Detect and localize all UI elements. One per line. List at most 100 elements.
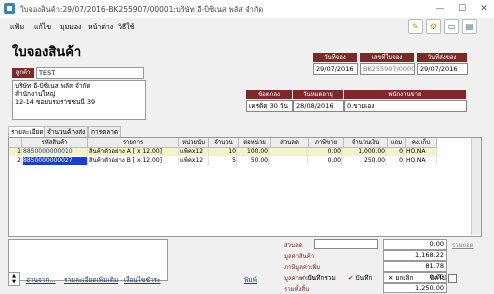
row-number: 1 [9, 148, 22, 156]
menu-edit[interactable]: แก้ไข [34, 22, 51, 33]
column-header: แถม [388, 138, 406, 148]
address-line: บริษัท อี-บิซิเนส พลัส จำกัด [15, 82, 91, 90]
row-number: 2 [9, 157, 22, 165]
column-header: ต่อหน่วย [239, 138, 271, 148]
item-amount[interactable]: 250.00 [344, 157, 386, 165]
record-all-label: บันทึกรวม [307, 274, 336, 282]
docno-field[interactable]: BK255907/00001 [360, 63, 415, 75]
app-icon [4, 3, 15, 14]
column-header: คง.เก็บ [406, 138, 437, 148]
items-grid[interactable]: รหัสสินค้า รายการ หน่วยนับ จำนวน ต่อหน่ว… [8, 137, 482, 237]
x-icon: ✕ [388, 274, 394, 282]
item-qty[interactable]: 5 [209, 157, 237, 165]
column-header: ส่วนลด [271, 138, 309, 148]
tab-details[interactable]: รายละเอียด [8, 126, 47, 137]
item-vat[interactable]: 0.00 [309, 148, 342, 156]
screen-icon[interactable]: ▭ [444, 19, 459, 34]
column-header: จำนวน [209, 138, 239, 148]
vat-value: 81.78 [383, 261, 447, 272]
minimize-button[interactable]: — [433, 3, 447, 15]
row-spinner[interactable]: ▲ ▼ [8, 272, 20, 286]
column-header [9, 138, 22, 148]
item-price[interactable]: 50.00 [239, 157, 269, 165]
item-code[interactable]: 8850000000010 [23, 148, 88, 156]
save-label: บันทึก [355, 274, 373, 282]
item-free[interactable]: 0 [388, 157, 404, 165]
discount-label: ส่วนลด [284, 242, 303, 249]
docno-label: เลขที่ใบจอง [360, 53, 414, 62]
address-line: 12-14 ซอยบรมราชชนนี 39 [15, 98, 96, 106]
expire-label: วันหมดอายุ [293, 90, 343, 99]
checkbox-box[interactable] [447, 273, 457, 283]
column-header: จำนวนเงิน [344, 138, 388, 148]
tab-backorder[interactable]: จำนวนค้างส่ง [44, 126, 89, 137]
print-link[interactable]: พิมพ์ [244, 275, 257, 285]
menu-view[interactable]: มุมมอง [60, 22, 81, 33]
expire-date-field[interactable]: 28/08/2016 [293, 100, 344, 112]
grid-scrollbar[interactable] [471, 138, 481, 235]
column-header: ภาษีขาย [309, 138, 344, 148]
date-field[interactable]: 29/07/2016 [313, 63, 358, 75]
maximize-button[interactable]: ☐ [455, 3, 469, 15]
item-free[interactable]: 0 [388, 148, 404, 156]
item-amount[interactable]: 1,000.00 [344, 148, 386, 156]
total-link[interactable]: รวมยอด [452, 240, 474, 250]
item-name[interactable]: สินค้าตัวอย่าง A [ x 12.00] [89, 148, 179, 156]
discount-value[interactable]: 0.00 [383, 239, 447, 250]
grand-total-value: 1,250.00 [383, 283, 447, 293]
item-store[interactable]: HO.NA [406, 157, 437, 165]
check-icon: ✔ [300, 274, 306, 282]
close-button[interactable]: ✕ [477, 3, 491, 15]
title-bar: ใบจองสินค้า:29/07/2016-BK255907/00001:บร… [0, 0, 494, 18]
vat-label: ภาษีมูลค่าเพิ่ม [284, 264, 321, 271]
item-unit[interactable]: แพ็คx12 [180, 148, 209, 156]
tab-marketing[interactable]: การตลาด [88, 126, 122, 137]
customer-field[interactable]: TEST [36, 67, 144, 79]
discount-input[interactable] [314, 239, 378, 249]
deliver-date-field[interactable]: 29/07/2016 [417, 63, 468, 75]
menu-file[interactable]: แฟ้ม [10, 22, 24, 33]
address-box[interactable]: บริษัท อี-บิซิเนส พลัส จำกัด สำนักงานใหญ… [12, 80, 146, 120]
subtotal-value: 1,168.22 [383, 250, 447, 261]
item-discount[interactable] [271, 148, 308, 156]
sales-label: พนักงานขาย [344, 90, 466, 99]
more-details-link[interactable]: รายละเอียดเพิ่มเติม [64, 275, 118, 285]
check-icon: ✔ [348, 274, 354, 282]
pencil-icon[interactable]: ✎ [408, 19, 423, 34]
column-header: รายการ [88, 138, 179, 148]
item-vat[interactable]: 0.00 [309, 157, 342, 165]
item-price[interactable]: 100.00 [239, 148, 269, 156]
subtotal-label: มูลค่าสินค้า [284, 253, 315, 260]
gear-icon[interactable]: ⚙ [426, 19, 441, 34]
column-header: หน่วยนับ [179, 138, 209, 148]
read-from-link[interactable]: อ่านจาก... [26, 275, 56, 285]
document-icon[interactable]: ▤ [462, 19, 477, 34]
cancel-label: ยกเลิก [395, 274, 414, 282]
table-row[interactable]: 2 8850000000027 สินค้าตัวอย่าง B [ x 12.… [9, 157, 437, 165]
date-label: วันที่จอง [313, 53, 357, 62]
menu-window[interactable]: หน้าต่าง [88, 22, 113, 33]
column-header: รหัสสินค้า [22, 138, 88, 148]
item-code[interactable]: 8850000000027 [23, 157, 88, 165]
menu-help[interactable]: วิธีใช้ [118, 22, 134, 33]
save-button[interactable]: ✔ บันทึก [348, 272, 384, 284]
record-all-button[interactable]: ✔ บันทึกรวม [300, 272, 344, 284]
item-name[interactable]: สินค้าตัวอย่าง B [ x 12.00] [89, 157, 179, 165]
sales-dropdown[interactable]: 0.ขายเอง [344, 100, 467, 112]
page-title: ใบจองสินค้า [12, 45, 82, 60]
close-after-label: ปิดไป [430, 274, 446, 282]
item-store[interactable]: HO.NA [406, 148, 437, 156]
item-qty[interactable]: 10 [209, 148, 237, 156]
window-title: ใบจองสินค้า:29/07/2016-BK255907/00001:บร… [20, 5, 264, 14]
cancel-button[interactable]: ✕ ยกเลิก [388, 272, 426, 284]
payment-terms-link[interactable]: เงื่อนไขชำระ [124, 275, 161, 285]
customer-label: ลูกค้า [12, 68, 34, 78]
terms-dropdown[interactable]: เครดิต 30 วัน [246, 100, 293, 112]
item-discount[interactable] [271, 157, 308, 165]
close-after-checkbox[interactable]: ปิดไป [430, 272, 466, 284]
terms-label: ข้อตกลง [246, 90, 292, 99]
address-line: สำนักงานใหญ่ [15, 90, 56, 98]
table-row[interactable]: 1 8850000000010 สินค้าตัวอย่าง A [ x 12.… [9, 148, 437, 156]
item-unit[interactable]: แพ็คx12 [180, 157, 209, 165]
deliver-label: วันที่ส่งของ [417, 53, 467, 62]
